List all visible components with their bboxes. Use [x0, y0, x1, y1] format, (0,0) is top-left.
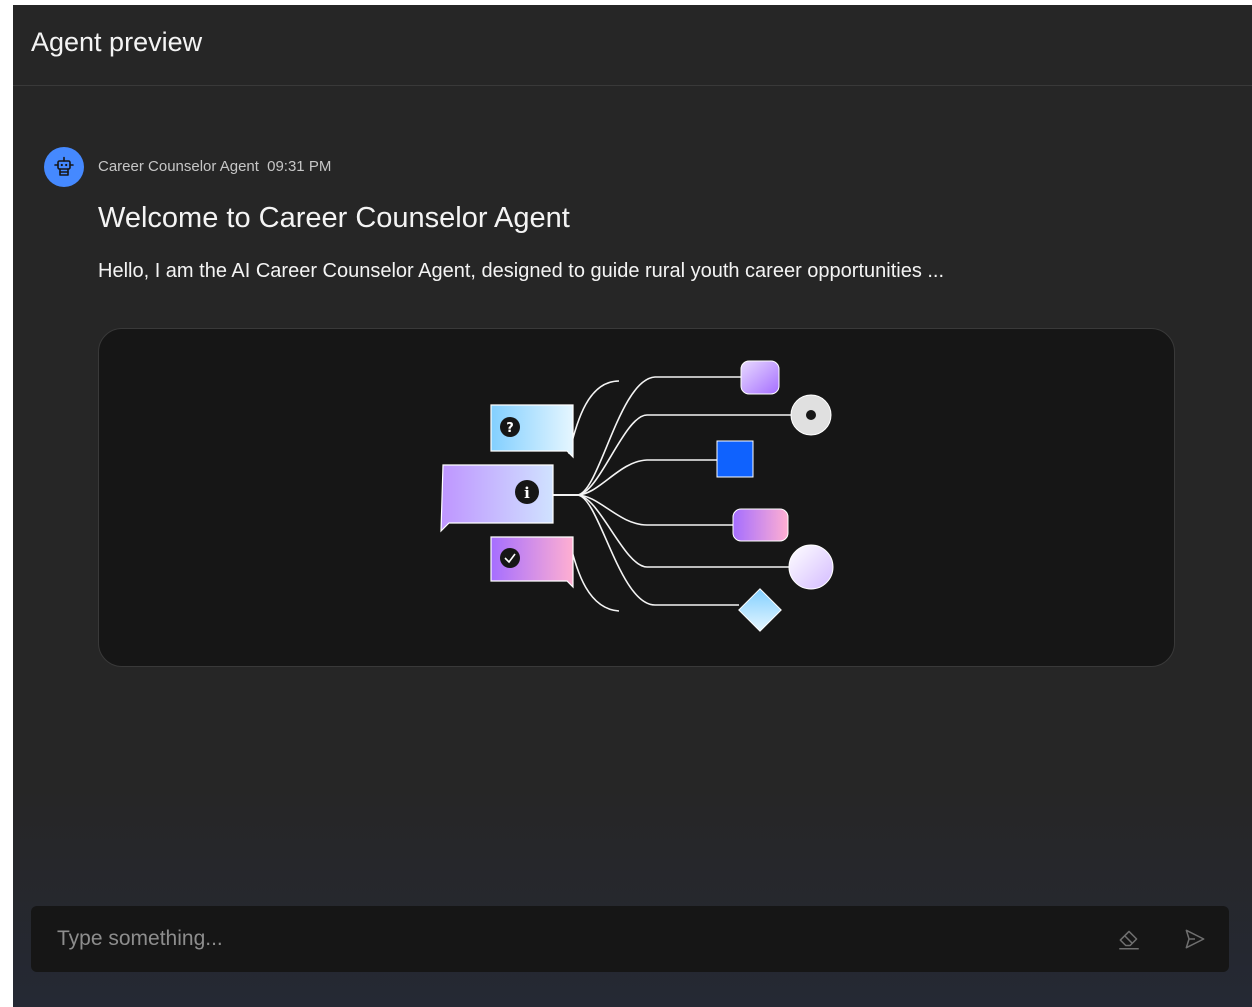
header: Agent preview [13, 5, 1252, 86]
send-button[interactable] [1179, 923, 1211, 955]
robot-icon [54, 156, 74, 176]
welcome-illustration-card: ? i [98, 328, 1175, 667]
message-meta: Career Counselor Agent 09:31 PM [98, 158, 331, 175]
message-input[interactable] [31, 906, 1091, 972]
info-bubble: i [440, 464, 554, 533]
connector-lines [553, 376, 799, 612]
message-time: 09:31 PM [267, 158, 332, 175]
blue-square-shape [716, 440, 754, 478]
welcome-text: Hello, I am the AI Career Counselor Agen… [98, 260, 945, 282]
agent-preview-panel: Agent preview Career Counselor Agent 09:… [13, 5, 1252, 1007]
eraser-icon [1119, 930, 1139, 950]
send-icon [1185, 929, 1205, 949]
clear-input-button[interactable] [1113, 923, 1145, 955]
svg-text:?: ? [506, 421, 514, 436]
question-bubble: ? [490, 404, 574, 459]
target-circle-shape [790, 394, 832, 436]
pill-shape [732, 508, 789, 542]
diamond-shape [738, 588, 782, 632]
page-title: Agent preview [31, 27, 203, 57]
welcome-title: Welcome to Career Counselor Agent [98, 202, 570, 234]
svg-text:i: i [524, 484, 530, 502]
message-composer [31, 906, 1229, 972]
lavender-circle-shape [788, 544, 834, 590]
agent-name: Career Counselor Agent [98, 158, 259, 175]
check-bubble [490, 536, 574, 589]
flow-illustration: ? i [440, 360, 834, 632]
rounded-square-shape [740, 360, 780, 395]
agent-avatar [44, 147, 84, 187]
